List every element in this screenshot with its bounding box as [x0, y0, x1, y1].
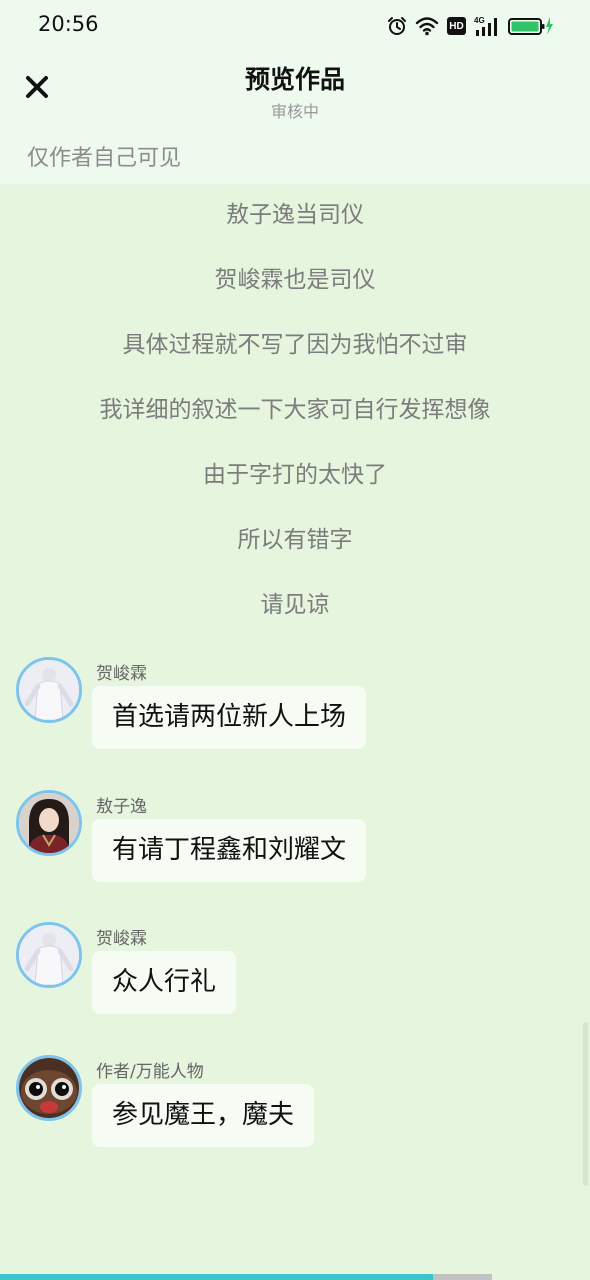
header-area: 20:56 HD 4G 预览作品 审核中 仅作者自己可见 [0, 0, 590, 184]
status-time: 20:56 [38, 12, 99, 36]
reading-progress-bar [0, 1274, 492, 1280]
chat-message: 敖子逸 有请丁程鑫和刘耀文 [16, 790, 556, 890]
sender-name: 贺峻霖 [96, 664, 147, 684]
network-label: 4G [474, 16, 485, 25]
hd-icon: HD [447, 17, 466, 35]
reading-progress-fill [0, 1274, 433, 1280]
visibility-note: 仅作者自己可见 [27, 146, 182, 171]
narration-line: 敖子逸当司仪 [226, 202, 364, 228]
message-bubble[interactable]: 有请丁程鑫和刘耀文 [92, 819, 367, 882]
message-bubble[interactable]: 参见魔王，魔夫 [92, 1084, 315, 1147]
narration-block: 敖子逸当司仪 贺峻霖也是司仪 具体过程就不写了因为我怕不过审 我详细的叙述一下大… [0, 184, 590, 639]
review-status: 审核中 [270, 102, 319, 121]
narration-line: 请见谅 [260, 592, 330, 618]
sender-name: 贺峻霖 [96, 929, 147, 949]
chat-message: 作者/万能人物 参见魔王，魔夫 [16, 1055, 556, 1155]
narration-line: 贺峻霖也是司仪 [214, 267, 376, 293]
avatar[interactable] [16, 657, 82, 723]
page-title: 预览作品 [244, 65, 345, 94]
avatar[interactable] [16, 922, 82, 988]
chat-message: 贺峻霖 首选请两位新人上场 [16, 657, 556, 757]
scrollbar[interactable] [583, 1022, 588, 1186]
signal-4g-icon: 4G [474, 15, 500, 37]
battery-charging-icon [508, 16, 554, 36]
alarm-icon [387, 16, 407, 36]
status-icons: HD 4G [387, 14, 554, 38]
message-bubble[interactable]: 首选请两位新人上场 [92, 686, 367, 749]
message-bubble[interactable]: 众人行礼 [92, 951, 237, 1014]
narration-line: 所以有错字 [237, 527, 353, 553]
avatar[interactable] [16, 790, 82, 856]
narration-line: 具体过程就不写了因为我怕不过审 [122, 332, 468, 358]
avatar[interactable] [16, 1055, 82, 1121]
narration-line: 我详细的叙述一下大家可自行发挥想像 [99, 397, 491, 423]
chat-message: 贺峻霖 众人行礼 [16, 922, 556, 1022]
sender-name: 作者/万能人物 [96, 1062, 204, 1082]
sender-name: 敖子逸 [96, 797, 147, 817]
status-bar: 20:56 HD 4G [0, 0, 590, 52]
wifi-icon [415, 16, 439, 36]
narration-line: 由于字打的太快了 [203, 462, 387, 488]
